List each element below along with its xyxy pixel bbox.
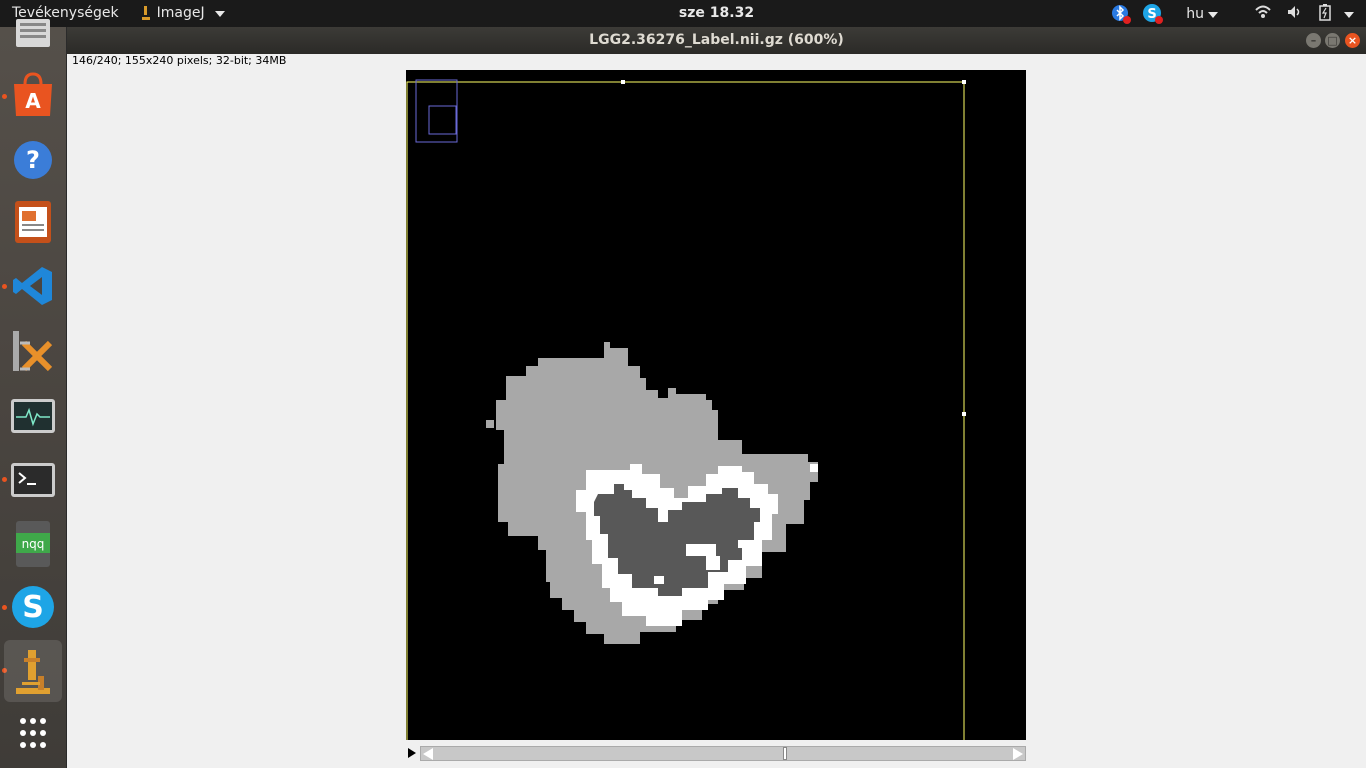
image-canvas[interactable] (406, 70, 1026, 740)
launcher-item-impress[interactable] (10, 199, 56, 245)
window-title: LGG2.36276_Label.nii.gz (600%) (589, 32, 844, 48)
svg-text:S: S (22, 590, 44, 625)
help-icon: ? (14, 141, 52, 179)
chevron-down-icon (1208, 12, 1218, 18)
running-indicator (2, 605, 7, 610)
nqq-label: nqq (22, 537, 45, 551)
roi-handle[interactable] (621, 80, 625, 84)
image-window: 146/240; 155x240 pixels; 32-bit; 34MB (67, 54, 1366, 768)
file-manager-icon (16, 19, 50, 47)
running-indicator (2, 94, 7, 99)
launcher-item-show-apps[interactable] (10, 712, 56, 758)
svg-text:?: ? (26, 146, 40, 174)
scroll-left-icon[interactable] (423, 748, 433, 760)
label-speck (706, 556, 720, 570)
slice-scrollbar[interactable] (406, 745, 1026, 762)
image-info: 146/240; 155x240 pixels; 32-bit; 34MB (72, 54, 287, 67)
launcher-item-nqq[interactable]: nqq (10, 521, 56, 567)
language-label: hu (1186, 6, 1204, 22)
launcher-item-vscode[interactable] (10, 263, 56, 309)
vscode-icon (13, 267, 52, 305)
skype-icon: S (12, 586, 54, 628)
launcher-item-imagej[interactable] (4, 640, 62, 702)
system-monitor-icon (11, 399, 55, 433)
segmentation-image (406, 79, 966, 740)
running-indicator (2, 477, 7, 482)
label-speck (486, 420, 494, 428)
notepadqq-icon: nqq (16, 521, 50, 567)
terminal-icon (11, 463, 55, 497)
system-menu-caret[interactable] (1340, 6, 1356, 22)
launcher: A ? nqq S (0, 19, 67, 768)
microscope-icon (16, 650, 50, 694)
close-button[interactable]: × (1345, 33, 1360, 48)
slice-scrollbar-track[interactable] (420, 746, 1026, 761)
libreoffice-impress-icon (15, 201, 51, 243)
launcher-item-help[interactable]: ? (10, 137, 56, 183)
launcher-item-software[interactable]: A (10, 72, 56, 118)
slice-scrollbar-thumb[interactable] (783, 747, 787, 760)
minimize-button[interactable]: – (1306, 33, 1321, 48)
label-speck (654, 576, 664, 584)
roi-handle[interactable] (962, 412, 966, 416)
wifi-icon[interactable] (1254, 3, 1276, 25)
launcher-item-skype[interactable]: S (10, 584, 56, 630)
launcher-item-system-monitor[interactable] (10, 393, 56, 439)
launcher-item-terminal[interactable] (10, 457, 56, 503)
bluetooth-icon[interactable] (1110, 3, 1132, 25)
window-titlebar[interactable]: LGG2.36276_Label.nii.gz (600%) – □ × (67, 27, 1366, 54)
skype-tray-icon[interactable]: S (1142, 3, 1164, 25)
language-menu[interactable]: hu (1186, 6, 1218, 22)
archive-manager-icon (13, 331, 53, 372)
chevron-down-icon (1344, 12, 1354, 18)
zoom-navigator-view (428, 105, 457, 135)
battery-icon[interactable] (1318, 3, 1340, 25)
play-icon[interactable] (408, 748, 416, 758)
volume-icon[interactable] (1286, 3, 1308, 25)
software-center-icon: A (14, 72, 52, 116)
label-speck (810, 464, 818, 472)
running-indicator (2, 284, 7, 289)
label-speck (604, 342, 610, 348)
roi-handle[interactable] (962, 80, 966, 84)
apps-grid-icon (20, 718, 46, 748)
zoom-navigator[interactable] (415, 79, 458, 143)
label-speck (686, 544, 716, 556)
maximize-button[interactable]: □ (1325, 33, 1340, 48)
svg-text:A: A (25, 89, 41, 113)
launcher-item-files[interactable] (10, 19, 56, 65)
launcher-item-xarchiver[interactable] (10, 327, 56, 373)
scroll-right-icon[interactable] (1013, 748, 1023, 760)
top-panel: Tevékenységek ImageJ sze 18.32 S hu (0, 0, 1366, 27)
label-speck (738, 540, 758, 548)
